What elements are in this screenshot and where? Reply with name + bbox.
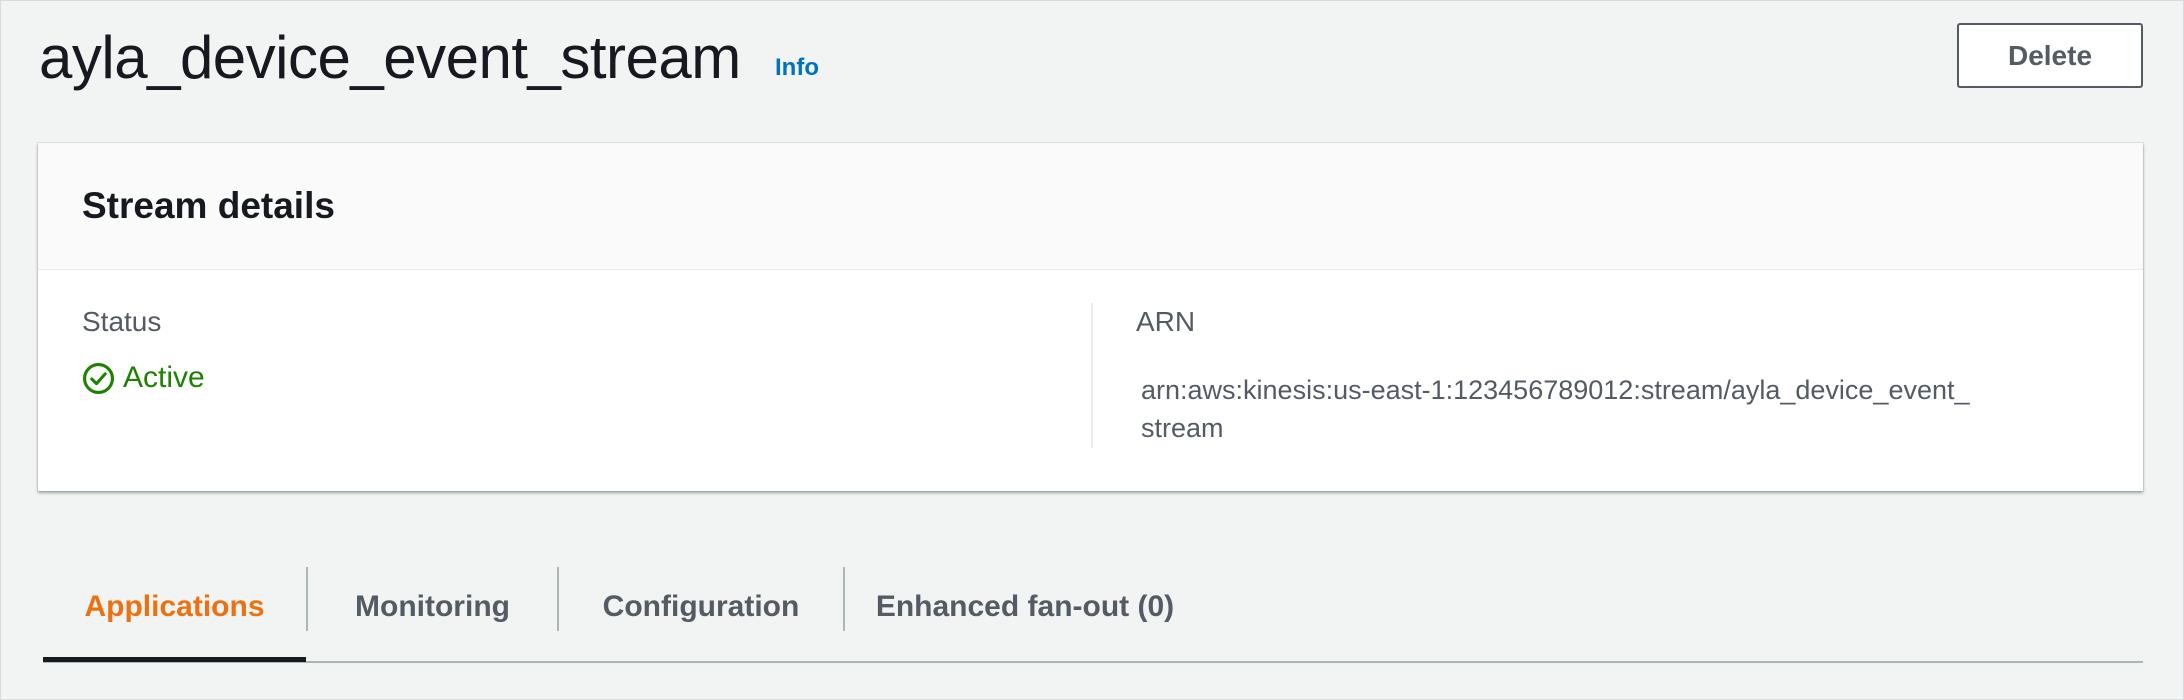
stream-details-header: Stream details (38, 143, 2143, 270)
check-circle-icon (83, 362, 114, 394)
arn-label: ARN (1136, 306, 1196, 337)
active-tab-underline (43, 657, 306, 662)
status-label: Status (82, 306, 162, 337)
page-title: ayla_device_event_stream (39, 24, 741, 91)
delete-button[interactable]: Delete (1957, 23, 2143, 88)
tab-applications[interactable]: Applications (43, 551, 306, 663)
stream-details-title: Stream details (82, 185, 335, 226)
stream-detail-page: ayla_device_event_stream Info Delete Str… (0, 0, 2184, 700)
column-divider (1091, 303, 1093, 448)
status-value: Active (123, 361, 205, 394)
arn-value: arn:aws:kinesis:us-east-1:123456789012:s… (1141, 375, 1970, 443)
info-link[interactable]: Info (775, 54, 819, 82)
tab-configuration[interactable]: Configuration (559, 551, 843, 663)
tab-enhanced-fan-out[interactable]: Enhanced fan-out (0) (845, 551, 1205, 663)
tab-monitoring[interactable]: Monitoring (308, 551, 557, 663)
tab-bar: Applications Monitoring Configuration En… (43, 551, 2143, 663)
status-value-row: Active (82, 361, 205, 395)
